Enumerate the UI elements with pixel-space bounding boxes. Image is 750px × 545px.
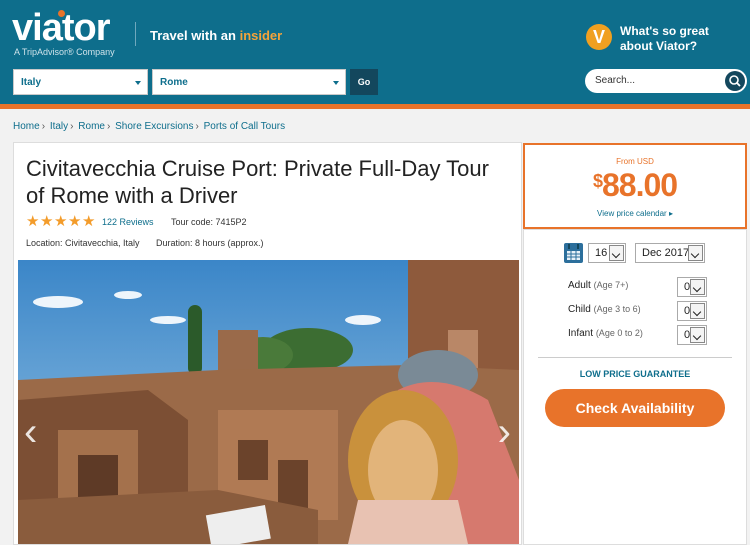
tour-code: Tour code: 7415P2 <box>171 217 247 227</box>
star-icon: ★ <box>68 213 82 230</box>
logo-dot <box>58 10 65 17</box>
search-placeholder: Search... <box>595 75 636 86</box>
month-select[interactable]: Dec 2017 <box>635 243 705 263</box>
star-icon: ★ <box>26 213 40 230</box>
chevron-down-icon <box>690 279 705 295</box>
city-select[interactable]: Rome <box>152 69 346 95</box>
prev-photo-icon[interactable]: ‹ <box>24 410 37 455</box>
price-box: From USD $88.00 View price calendar ▸ <box>523 143 747 229</box>
price-amount: $88.00 <box>592 167 678 203</box>
chevron-down-icon <box>135 81 141 85</box>
search-input[interactable]: Search... <box>585 69 747 93</box>
day-select[interactable]: 16 <box>588 243 626 263</box>
search-button[interactable] <box>725 71 745 91</box>
adult-label: Adult (Age 7+) <box>568 280 629 291</box>
next-photo-icon[interactable]: › <box>498 410 511 455</box>
go-button[interactable]: Go <box>350 69 378 95</box>
adult-count-select[interactable]: 0 <box>677 277 707 297</box>
check-availability-button[interactable]: Check Availability <box>545 389 725 427</box>
product-panel: Civitavecchia Cruise Port: Private Full-… <box>13 142 522 545</box>
whats-so-great-link[interactable]: What's so great about Viator? <box>620 24 730 54</box>
page-title: Civitavecchia Cruise Port: Private Full-… <box>26 156 489 208</box>
duration: Duration: 8 hours (approx.) <box>156 238 264 248</box>
child-count-select[interactable]: 0 <box>677 301 707 321</box>
viator-badge-icon[interactable]: V <box>586 24 612 50</box>
header-divider <box>135 22 136 46</box>
breadcrumb: Home › Italy › Rome › Shore Excursions › Por… <box>13 121 286 132</box>
star-icon: ★ <box>82 213 96 230</box>
star-icon: ★ <box>40 213 54 230</box>
view-price-calendar-link[interactable]: View price calendar ▸ <box>525 209 745 218</box>
breadcrumb-home[interactable]: Home <box>13 121 40 132</box>
tour-photo[interactable]: ‹ › <box>18 260 519 544</box>
reviews-link[interactable]: 122 Reviews <box>102 217 154 227</box>
location: Location: Civitavecchia, Italy <box>26 238 140 248</box>
rating-stars: ★ ★ ★ ★ ★ <box>26 213 96 230</box>
star-icon: ★ <box>54 213 68 230</box>
logo-subtitle: A TripAdvisor® Company <box>14 47 115 57</box>
search-icon <box>729 75 741 87</box>
country-select[interactable]: Italy <box>13 69 148 95</box>
chevron-down-icon <box>690 303 705 319</box>
calendar-icon[interactable] <box>564 243 583 263</box>
tagline: Travel with an insider <box>150 28 283 43</box>
divider <box>538 357 732 358</box>
low-price-guarantee[interactable]: LOW PRICE GUARANTEE <box>524 369 746 379</box>
viator-logo[interactable]: viator <box>12 8 110 48</box>
rome-ruins-photo <box>18 260 519 544</box>
chevron-down-icon <box>690 327 705 343</box>
header-accent-bar <box>0 104 750 109</box>
breadcrumb-rome[interactable]: Rome <box>78 121 105 132</box>
breadcrumb-shore-excursions[interactable]: Shore Excursions <box>115 121 193 132</box>
breadcrumb-ports-of-call[interactable]: Ports of Call Tours <box>204 121 286 132</box>
child-label: Child (Age 3 to 6) <box>568 304 641 315</box>
infant-count-select[interactable]: 0 <box>677 325 707 345</box>
site-header: viator A TripAdvisor® Company Travel wit… <box>0 0 750 104</box>
chevron-down-icon <box>609 245 624 261</box>
infant-label: Infant (Age 0 to 2) <box>568 328 643 339</box>
chevron-down-icon <box>688 245 703 261</box>
from-usd-label: From USD <box>616 157 654 166</box>
caret-right-icon: ▸ <box>668 209 673 218</box>
booking-panel: 16 Dec 2017 Adult (Age 7+) 0 Child (Age … <box>523 229 747 545</box>
chevron-down-icon <box>333 81 339 85</box>
breadcrumb-italy[interactable]: Italy <box>50 121 68 132</box>
